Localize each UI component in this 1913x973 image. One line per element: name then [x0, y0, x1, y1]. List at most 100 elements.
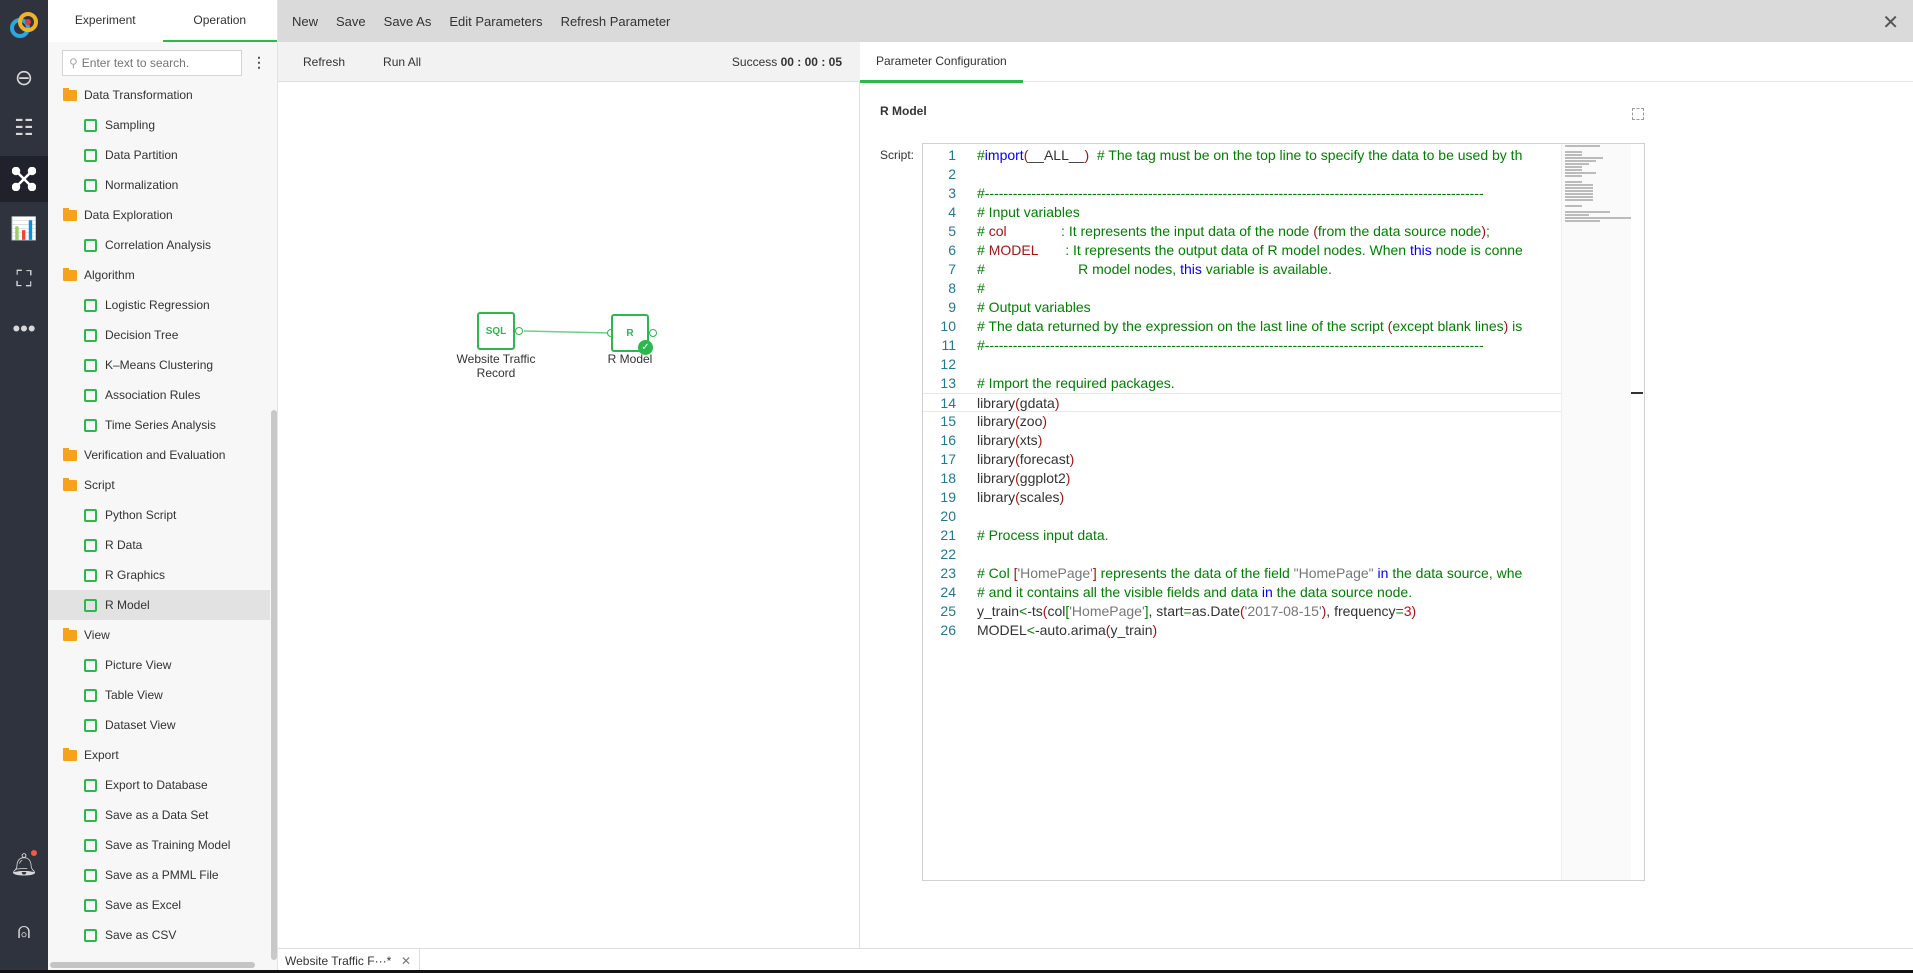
code-line: 8 #	[923, 279, 1561, 298]
code-line: 2	[923, 165, 1561, 184]
tab-operation[interactable]: Operation	[162, 0, 277, 42]
line-number: 14	[940, 395, 956, 411]
operator-item[interactable]: Normalization	[48, 170, 270, 200]
code-token: )	[1069, 451, 1075, 467]
code-line: 5 # col : It represents the input data of…	[923, 222, 1561, 241]
operator-item[interactable]: R Graphics	[48, 560, 270, 590]
fullscreen-icon[interactable]	[1632, 108, 1644, 120]
operator-item[interactable]: Save as CSV	[48, 920, 270, 950]
list-icon[interactable]: ☷	[0, 105, 48, 151]
operator-item[interactable]: Dataset View	[48, 710, 270, 740]
operator-item[interactable]: Time Series Analysis	[48, 410, 270, 440]
operator-item[interactable]: Table View	[48, 680, 270, 710]
node-sql[interactable]: SQL	[477, 312, 515, 350]
code-line: 13 # Import the required packages.	[923, 374, 1561, 393]
presentation-icon[interactable]: ⛶	[0, 256, 48, 302]
category-folder[interactable]: View	[48, 620, 270, 650]
close-icon[interactable]: ✕	[1882, 10, 1899, 35]
category-folder[interactable]: Verification and Evaluation	[48, 440, 270, 470]
operator-item[interactable]: Export to Database	[48, 770, 270, 800]
r-model-icon: R	[626, 327, 634, 339]
operator-item[interactable]: Sampling	[48, 110, 270, 140]
operator-icon	[84, 898, 97, 912]
workflow-canvas[interactable]: SQL Website Traffic Record R ✓ R Model	[278, 82, 860, 948]
line-number: 22	[940, 546, 956, 562]
code-token: library	[977, 432, 1016, 448]
code-token: xts	[1019, 432, 1038, 448]
operator-item[interactable]: Save as Training Model	[48, 830, 270, 860]
category-folder[interactable]: Data Transformation	[48, 80, 270, 110]
sidebar-hscrollbar[interactable]	[50, 962, 255, 968]
item-label: Logistic Regression	[105, 298, 210, 312]
operator-item[interactable]: Python Script	[48, 500, 270, 530]
code-token: "HomePage"	[1293, 565, 1374, 581]
tab-experiment[interactable]: Experiment	[48, 0, 163, 42]
code-minimap[interactable]	[1561, 144, 1631, 880]
operator-item[interactable]: Correlation Analysis	[48, 230, 270, 260]
item-label: Association Rules	[105, 388, 201, 402]
code-token: from the data source node	[1317, 223, 1482, 239]
edit-parameters-button[interactable]: Edit Parameters	[440, 14, 551, 29]
category-folder[interactable]: Script	[48, 470, 270, 500]
more-icon[interactable]: •••	[0, 306, 48, 352]
output-port[interactable]	[649, 329, 657, 337]
chart-icon[interactable]: 📊	[0, 206, 48, 252]
run-all-button[interactable]: Run All	[364, 55, 440, 69]
item-label: Data Partition	[105, 148, 178, 162]
category-folder[interactable]: Algorithm	[48, 260, 270, 290]
code-token: # The data returned by the expression on…	[977, 318, 1388, 334]
code-token: #---------------------------------------…	[977, 337, 1484, 353]
code-token: #	[977, 242, 989, 258]
search-input[interactable]	[81, 56, 222, 70]
line-number: 15	[940, 413, 956, 429]
operator-item[interactable]: Save as Excel	[48, 890, 270, 920]
operator-item[interactable]: R Model	[48, 590, 270, 620]
refresh-parameter-button[interactable]: Refresh Parameter	[552, 14, 680, 29]
script-label: Script:	[880, 148, 915, 162]
menu-icon[interactable]: ⋮	[252, 54, 266, 71]
bell-icon[interactable]: 🔔︎	[0, 842, 48, 888]
code-line: 14 library(gdata)	[923, 393, 1561, 412]
operator-item[interactable]: Data Partition	[48, 140, 270, 170]
user-icon[interactable]: ⍝	[0, 908, 48, 954]
new-button[interactable]: New	[283, 14, 327, 29]
code-token: =	[1183, 603, 1192, 619]
line-number: 7	[948, 261, 956, 277]
output-port[interactable]	[515, 327, 523, 335]
operator-item[interactable]: Save as a Data Set	[48, 800, 270, 830]
code-token: import	[984, 147, 1024, 163]
category-folder[interactable]: Data Exploration	[48, 200, 270, 230]
operator-item[interactable]: Association Rules	[48, 380, 270, 410]
code-token: , frequency	[1326, 603, 1396, 619]
code-line: 26 MODEL<-auto.arima(y_train)	[923, 621, 1561, 640]
category-folder[interactable]: Export	[48, 740, 270, 770]
save-as-button[interactable]: Save As	[375, 14, 441, 29]
item-label: Save as Excel	[105, 898, 182, 912]
folder-icon	[63, 477, 77, 491]
code-token: 'HomePage'	[1017, 565, 1093, 581]
operator-item[interactable]: Picture View	[48, 650, 270, 680]
operator-icon	[84, 298, 97, 312]
panel-title: R Model	[880, 104, 927, 118]
script-editor[interactable]: 1 #import(__ALL__) # The tag must be on t…	[922, 143, 1645, 881]
code-token: except blank lines	[1392, 318, 1504, 334]
tab-parameter-configuration[interactable]: Parameter Configuration	[860, 42, 1023, 83]
refresh-button[interactable]: Refresh	[284, 55, 364, 69]
operator-item[interactable]: Logistic Regression	[48, 290, 270, 320]
operator-item[interactable]: K–Means Clustering	[48, 350, 270, 380]
item-label: Data Transformation	[84, 88, 193, 102]
code-token: , start	[1148, 603, 1184, 619]
save-button[interactable]: Save	[327, 14, 375, 29]
operator-item[interactable]: Decision Tree	[48, 320, 270, 350]
code-token: library	[977, 413, 1016, 429]
code-token: library	[977, 451, 1016, 467]
network-icon[interactable]	[0, 156, 48, 202]
link-icon[interactable]: ⊖	[0, 55, 48, 101]
code-token: #	[977, 147, 985, 163]
line-number: 8	[948, 280, 956, 296]
sidebar-scrollbar[interactable]	[271, 410, 277, 960]
item-label: Time Series Analysis	[105, 418, 216, 432]
operator-item[interactable]: Save as a PMML File	[48, 860, 270, 890]
code-token: library	[977, 470, 1016, 486]
operator-item[interactable]: R Data	[48, 530, 270, 560]
